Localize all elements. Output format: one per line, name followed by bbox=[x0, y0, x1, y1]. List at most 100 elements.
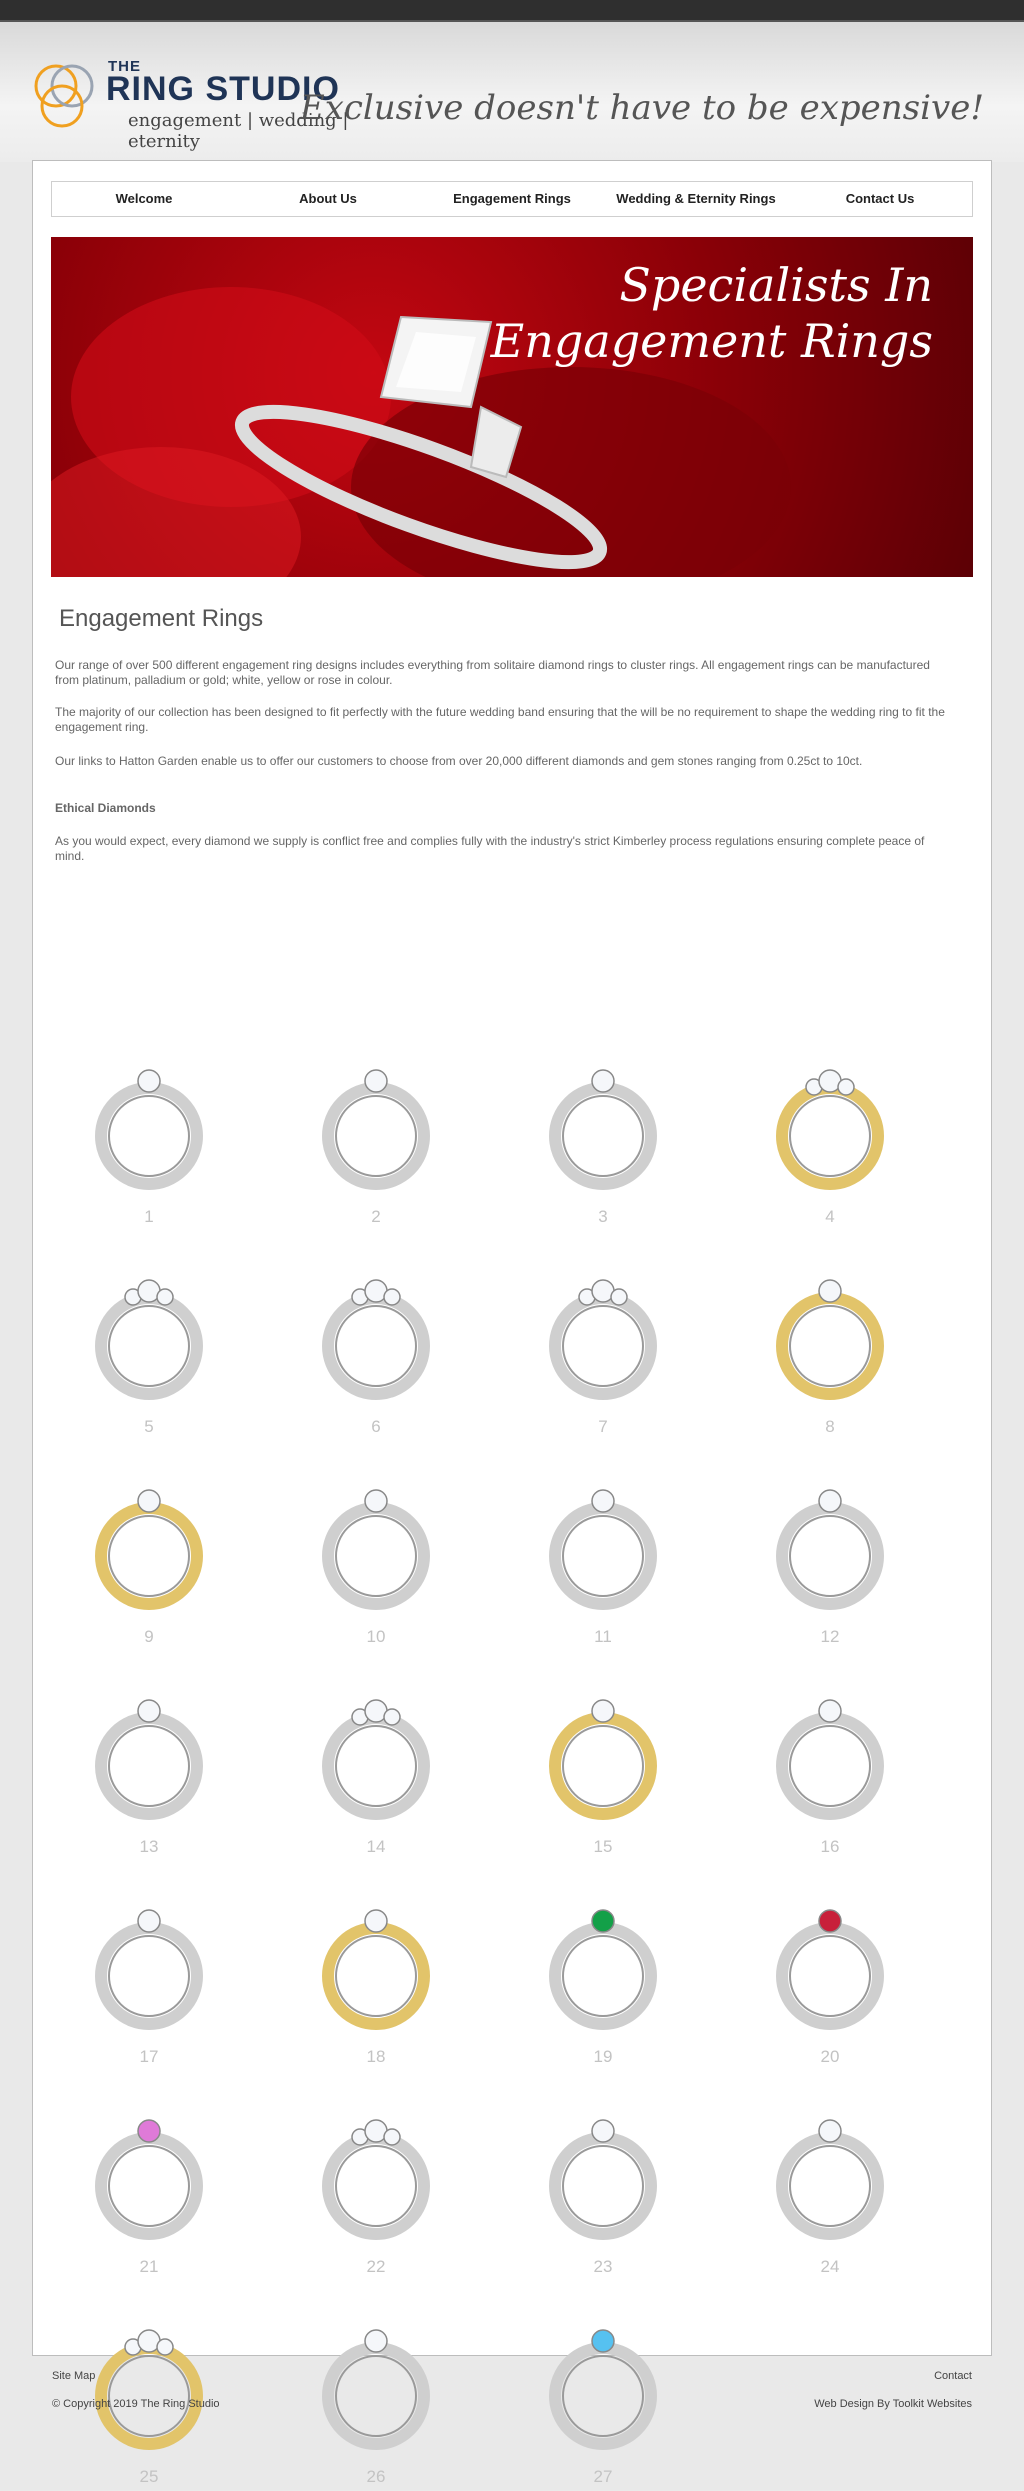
ring-band bbox=[776, 1922, 884, 2030]
ring-item[interactable]: 14 bbox=[316, 1671, 436, 1861]
paragraph-ethical: As you would expect, every diamond we su… bbox=[55, 834, 925, 863]
ring-image bbox=[776, 1489, 884, 1610]
ring-stone bbox=[591, 1699, 615, 1723]
paragraph-collection: The majority of our collection has been … bbox=[55, 705, 945, 734]
contact-link[interactable]: Contact bbox=[934, 2370, 972, 2382]
ring-item[interactable]: 5 bbox=[89, 1251, 209, 1441]
ring-item[interactable]: 7 bbox=[543, 1251, 663, 1441]
ring-stone bbox=[818, 1699, 842, 1723]
ring-image bbox=[549, 1489, 657, 1610]
paragraph-range: Our range of over 500 different engageme… bbox=[55, 658, 930, 687]
ring-item[interactable]: 4 bbox=[770, 1041, 890, 1231]
ring-number: 11 bbox=[594, 1627, 612, 1646]
ring-number: 17 bbox=[139, 2047, 159, 2066]
ring-stone bbox=[383, 2128, 401, 2146]
ring-item[interactable]: 20 bbox=[770, 1881, 890, 2071]
ring-stone bbox=[137, 2119, 161, 2143]
nav-contact-us[interactable]: Contact Us bbox=[788, 182, 972, 216]
ethical-diamonds-heading: Ethical Diamonds bbox=[55, 801, 156, 815]
ring-band bbox=[549, 1922, 657, 2030]
site-map-link[interactable]: Site Map bbox=[52, 2370, 95, 2382]
ring-item[interactable]: 12 bbox=[770, 1461, 890, 1651]
ring-item[interactable]: 17 bbox=[89, 1881, 209, 2071]
copyright: © Copyright 2019 The Ring Studio bbox=[52, 2398, 220, 2410]
ring-image bbox=[322, 1279, 430, 1400]
ring-band-inner bbox=[562, 1305, 644, 1387]
ring-band-inner bbox=[108, 1095, 190, 1177]
ring-stone bbox=[610, 1288, 628, 1306]
ring-item[interactable]: 2 bbox=[316, 1041, 436, 1231]
page-title: Engagement Rings bbox=[59, 605, 264, 632]
ring-band bbox=[95, 2132, 203, 2240]
ring-number: 5 bbox=[144, 1417, 154, 1436]
ring-item[interactable]: 23 bbox=[543, 2091, 663, 2281]
ring-band-inner bbox=[108, 1305, 190, 1387]
ring-band bbox=[776, 1712, 884, 1820]
ring-image bbox=[322, 1909, 430, 2030]
ring-item[interactable]: 11 bbox=[543, 1461, 663, 1651]
ring-stone bbox=[383, 1288, 401, 1306]
ring-item[interactable]: 9 bbox=[89, 1461, 209, 1651]
ring-band bbox=[322, 2132, 430, 2240]
ring-image bbox=[549, 1699, 657, 1820]
ring-band bbox=[549, 1292, 657, 1400]
ring-item[interactable]: 13 bbox=[89, 1671, 209, 1861]
ring-item[interactable]: 16 bbox=[770, 1671, 890, 1861]
ring-number: 23 bbox=[593, 2257, 613, 2276]
ring-item[interactable]: 21 bbox=[89, 2091, 209, 2281]
ring-item[interactable]: 18 bbox=[316, 1881, 436, 2071]
ring-band-inner bbox=[789, 1095, 871, 1177]
ring-stone bbox=[818, 2119, 842, 2143]
ring-number: 21 bbox=[139, 2257, 159, 2276]
ring-stone bbox=[591, 2329, 615, 2353]
ring-band bbox=[95, 1292, 203, 1400]
ring-image bbox=[549, 2119, 657, 2240]
ring-item[interactable]: 1 bbox=[89, 1041, 209, 1231]
ring-item[interactable]: 24 bbox=[770, 2091, 890, 2281]
ring-band bbox=[322, 1292, 430, 1400]
ring-item[interactable]: 3 bbox=[543, 1041, 663, 1231]
ring-item[interactable]: 22 bbox=[316, 2091, 436, 2281]
web-design-credit[interactable]: Web Design By Toolkit Websites bbox=[814, 2398, 972, 2410]
ring-band bbox=[776, 1502, 884, 1610]
hero-banner: Specialists In Engagement Rings bbox=[51, 237, 973, 577]
ring-stone bbox=[591, 1489, 615, 1513]
ring-stone bbox=[818, 1909, 842, 1933]
ring-item[interactable]: 10 bbox=[316, 1461, 436, 1651]
ring-band bbox=[776, 1292, 884, 1400]
ring-band-inner bbox=[335, 1305, 417, 1387]
ring-band bbox=[776, 2132, 884, 2240]
ring-band-inner bbox=[789, 1725, 871, 1807]
ring-stone bbox=[364, 2329, 388, 2353]
ring-band-inner bbox=[108, 1515, 190, 1597]
ring-band-inner bbox=[335, 1515, 417, 1597]
ring-band bbox=[95, 1502, 203, 1610]
footer: Site Map Contact © Copyright 2019 The Ri… bbox=[0, 2356, 1024, 2410]
ring-stone bbox=[137, 1909, 161, 1933]
ring-band-inner bbox=[108, 1725, 190, 1807]
ring-stone bbox=[383, 1708, 401, 1726]
ring-number: 2 bbox=[371, 1207, 381, 1226]
nav-welcome[interactable]: Welcome bbox=[52, 182, 236, 216]
ring-item[interactable]: 19 bbox=[543, 1881, 663, 2071]
ring-item[interactable]: 15 bbox=[543, 1671, 663, 1861]
ring-image bbox=[95, 1279, 203, 1400]
nav-engagement-rings[interactable]: Engagement Rings bbox=[420, 182, 604, 216]
hero-line2: Engagement Rings bbox=[490, 314, 933, 368]
nav-wedding-eternity-rings[interactable]: Wedding & Eternity Rings bbox=[604, 182, 788, 216]
ring-band bbox=[549, 1712, 657, 1820]
ring-stone bbox=[591, 2119, 615, 2143]
ring-number: 7 bbox=[598, 1417, 608, 1436]
ring-band-inner bbox=[562, 1725, 644, 1807]
ring-band-inner bbox=[562, 1935, 644, 2017]
ring-item[interactable]: 8 bbox=[770, 1251, 890, 1441]
ring-stone bbox=[591, 1909, 615, 1933]
ring-image bbox=[776, 1279, 884, 1400]
ring-stone bbox=[591, 1069, 615, 1093]
ring-image bbox=[549, 1909, 657, 2030]
ring-stone bbox=[364, 1909, 388, 1933]
ring-item[interactable]: 6 bbox=[316, 1251, 436, 1441]
nav-about-us[interactable]: About Us bbox=[236, 182, 420, 216]
ring-number: 12 bbox=[820, 1627, 840, 1646]
ring-band-inner bbox=[789, 2145, 871, 2227]
